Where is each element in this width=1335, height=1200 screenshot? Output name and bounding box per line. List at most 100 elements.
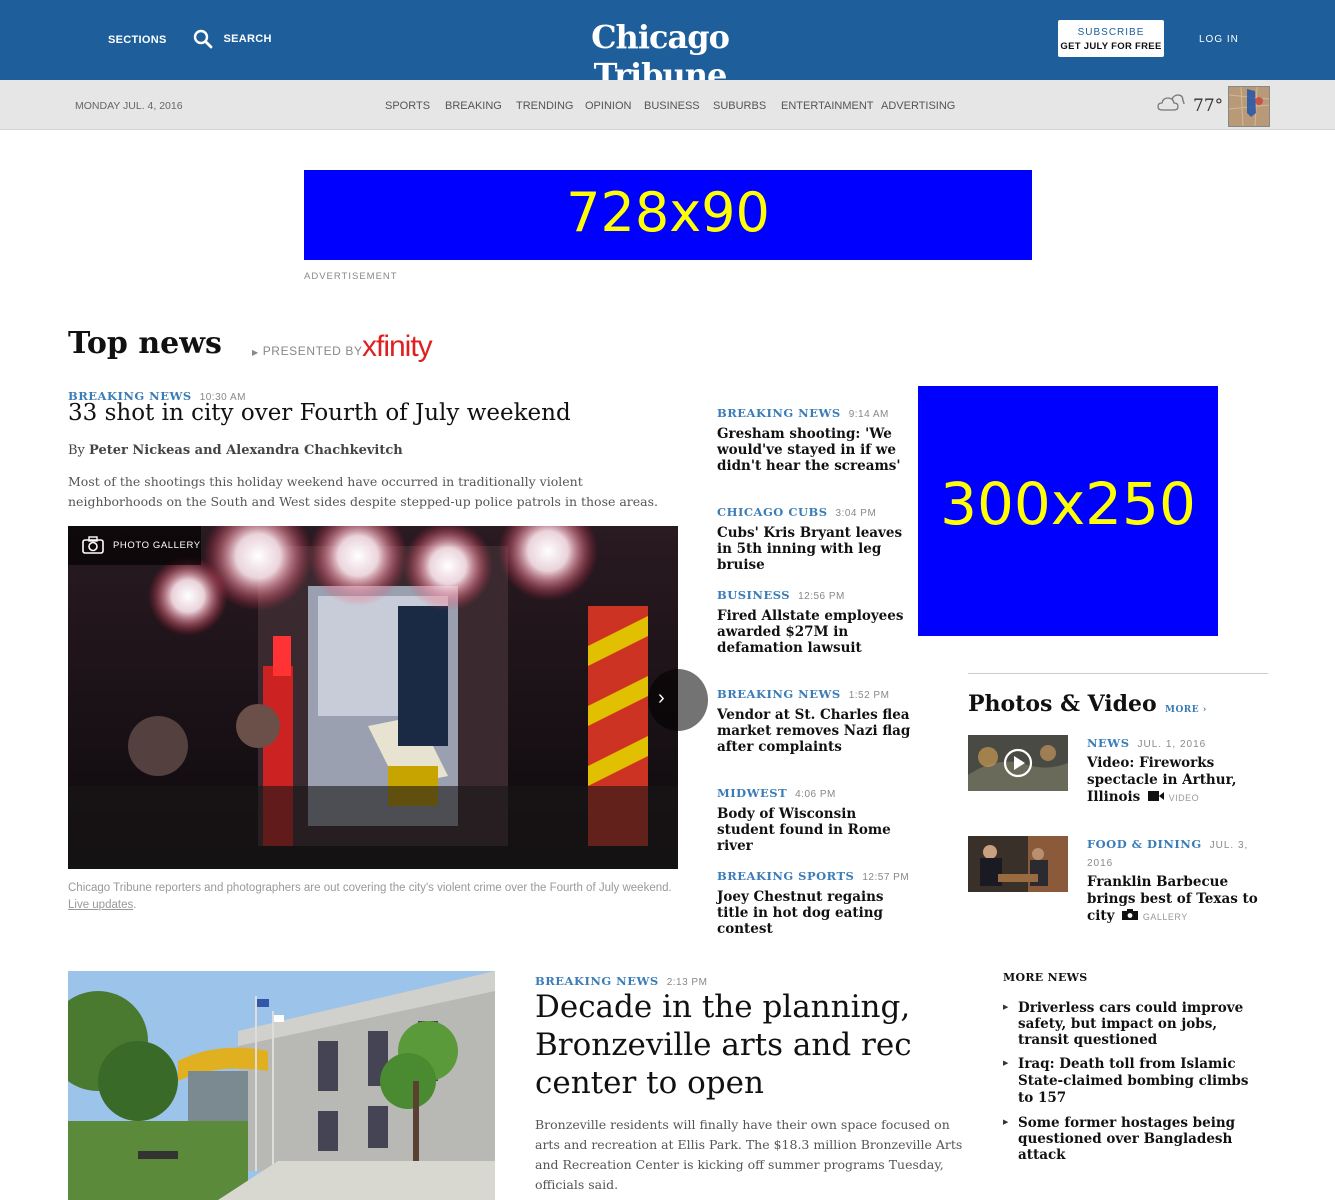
caption-end: . xyxy=(133,899,137,911)
top-news-title: Top news xyxy=(68,326,222,361)
story-headline[interactable]: Fired Allstate employees awarded $27M in… xyxy=(717,608,912,656)
pv-kicker[interactable]: NEWS xyxy=(1087,736,1130,750)
second-headline[interactable]: Decade in the planning, Bronzeville arts… xyxy=(535,988,955,1102)
story-kicker[interactable]: BREAKING SPORTS xyxy=(717,869,854,883)
story-time: 3:04 PM xyxy=(835,508,877,519)
caption-text: Chicago Tribune reporters and photograph… xyxy=(68,882,672,894)
pv-kicker[interactable]: FOOD & DINING xyxy=(1087,837,1202,851)
story-kicker[interactable]: BUSINESS xyxy=(717,588,790,602)
nav-business[interactable]: BUSINESS xyxy=(644,100,700,112)
more-news-item[interactable]: ▶ Iraq: Death toll from Islamic State-cl… xyxy=(1003,1056,1263,1107)
camera-icon xyxy=(82,536,104,554)
more-news-list: ▶ Driverless cars could improve safety, … xyxy=(1003,1000,1263,1171)
subscribe-button[interactable]: SUBSCRIBE GET JULY FOR FREE xyxy=(1058,20,1164,57)
search-icon xyxy=(193,29,213,49)
story-item[interactable]: BREAKING SPORTS 12:57 PM Joey Chestnut re… xyxy=(717,867,912,937)
byline-authors[interactable]: Peter Nickeas and Alexandra Chachkevitch xyxy=(89,443,403,458)
story-kicker[interactable]: BREAKING NEWS xyxy=(717,687,841,701)
story-item[interactable]: MIDWEST 4:06 PM Body of Wisconsin student… xyxy=(717,784,912,854)
second-story-photo[interactable] xyxy=(68,971,495,1200)
video-thumbnail[interactable] xyxy=(968,735,1068,791)
story-item[interactable]: CHICAGO CUBS 3:04 PM Cubs' Kris Bryant le… xyxy=(717,503,912,573)
story-headline[interactable]: Cubs' Kris Bryant leaves in 5th inning w… xyxy=(717,525,912,573)
nav-advertising[interactable]: ADVERTISING xyxy=(881,100,955,112)
story-kicker[interactable]: BREAKING NEWS xyxy=(717,406,841,420)
search-label: SEARCH xyxy=(223,33,272,45)
video-camera-icon xyxy=(1147,791,1164,801)
story-kicker[interactable]: CHICAGO CUBS xyxy=(717,505,828,519)
photos-video-more-link[interactable]: MORE › xyxy=(1165,705,1207,715)
lead-byline: By Peter Nickeas and Alexandra Chachkevi… xyxy=(68,443,403,458)
login-link[interactable]: LOG IN xyxy=(1199,34,1239,45)
box-ad[interactable]: 300x250 xyxy=(918,386,1218,636)
second-kicker[interactable]: BREAKING NEWS xyxy=(535,974,659,988)
subscribe-offer: GET JULY FOR FREE xyxy=(1060,41,1162,52)
story-headline[interactable]: Gresham shooting: 'We would've stayed in… xyxy=(717,426,912,474)
lead-headline[interactable]: 33 shot in city over Fourth of July week… xyxy=(68,400,571,426)
story-headline[interactable]: Joey Chestnut regains title in hot dog e… xyxy=(717,889,912,937)
video-label: VIDEO xyxy=(1168,793,1200,803)
gallery-thumbnail[interactable] xyxy=(968,836,1068,892)
story-time: 12:56 PM xyxy=(798,591,845,602)
story-time: 12:57 PM xyxy=(862,872,910,883)
second-time: 2:13 PM xyxy=(666,977,708,988)
more-news-title: MORE NEWS xyxy=(1003,971,1088,984)
photo-gallery-badge[interactable]: PHOTO GALLERY xyxy=(68,526,201,565)
pv-headline[interactable]: Video: Fireworks spectacle in Arthur, Il… xyxy=(1087,755,1267,807)
nav-opinion[interactable]: OPINION xyxy=(585,100,631,112)
story-item[interactable]: BREAKING NEWS 1:52 PM Vendor at St. Charl… xyxy=(717,685,912,755)
photo-gallery-label: PHOTO GALLERY xyxy=(113,540,201,551)
story-time: 9:14 AM xyxy=(848,409,889,420)
story-headline[interactable]: Body of Wisconsin student found in Rome … xyxy=(717,806,912,854)
gallery-label: GALLERY xyxy=(1142,912,1188,922)
more-news-item[interactable]: ▶ Driverless cars could improve safety, … xyxy=(1003,1000,1263,1048)
temperature: 77° xyxy=(1193,96,1224,116)
bullet-arrow-icon: ▶ xyxy=(1003,1004,1009,1011)
nav-entertainment[interactable]: ENTERTAINMENT xyxy=(781,100,874,112)
presented-by: ▶ PRESENTED BY xyxy=(252,344,363,358)
lead-photo[interactable] xyxy=(68,526,678,869)
story-item[interactable]: BUSINESS 12:56 PM Fired Allstate employee… xyxy=(717,586,912,656)
nav-suburbs[interactable]: SUBURBS xyxy=(713,100,766,112)
camera-icon xyxy=(1122,909,1139,920)
story-item[interactable]: BREAKING NEWS 9:14 AM Gresham shooting: '… xyxy=(717,404,912,474)
sections-button[interactable]: SECTIONS xyxy=(108,34,167,46)
pv-headline[interactable]: Franklin Barbecue brings best of Texas t… xyxy=(1087,874,1267,926)
divider xyxy=(968,673,1268,674)
xfinity-logo[interactable]: xfinity xyxy=(362,330,433,364)
arts-center-photo xyxy=(68,971,495,1200)
subscribe-label: SUBSCRIBE xyxy=(1077,27,1145,38)
current-date: MONDAY JUL. 4, 2016 xyxy=(75,100,183,112)
weather-widget[interactable] xyxy=(1157,93,1185,118)
leaderboard-ad[interactable]: 728x90 xyxy=(304,170,1032,260)
radar-map-icon xyxy=(1229,87,1269,126)
story-time: 4:06 PM xyxy=(795,789,836,800)
nav-sports[interactable]: SPORTS xyxy=(385,100,430,112)
fireworks-thumbnail xyxy=(968,735,1068,791)
ambulance-night-photo xyxy=(68,526,678,869)
nav-trending[interactable]: TRENDING xyxy=(516,100,573,112)
live-updates-link[interactable]: Live updates xyxy=(68,899,133,911)
weather-radar-map[interactable] xyxy=(1228,86,1270,127)
bullet-arrow-icon: ▶ xyxy=(1003,1060,1009,1067)
advertisement-label: ADVERTISEMENT xyxy=(304,271,398,282)
photos-video-title: Photos & Video xyxy=(968,691,1157,717)
more-news-headline[interactable]: Iraq: Death toll from Islamic State-clai… xyxy=(1018,1056,1263,1107)
story-kicker[interactable]: MIDWEST xyxy=(717,786,787,800)
photos-video-item[interactable]: NEWS JUL. 1, 2016 Video: Fireworks specta… xyxy=(1087,734,1267,807)
more-news-headline[interactable]: Driverless cars could improve safety, bu… xyxy=(1018,1000,1263,1048)
lead-summary: Most of the shootings this holiday weeke… xyxy=(68,474,659,509)
pv-date: JUL. 1, 2016 xyxy=(1137,739,1207,750)
byline-prefix: By xyxy=(68,443,85,458)
story-headline[interactable]: Vendor at St. Charles flea market remove… xyxy=(717,707,912,755)
more-news-headline[interactable]: Some former hostages being questioned ov… xyxy=(1018,1115,1263,1163)
nav-breaking[interactable]: BREAKING xyxy=(445,100,502,112)
gallery-next-button[interactable]: › xyxy=(648,669,708,731)
search-button[interactable]: SEARCH xyxy=(193,29,272,49)
chevron-right-icon: › xyxy=(658,687,665,709)
bullet-arrow-icon: ▶ xyxy=(1003,1119,1009,1126)
presented-by-label: PRESENTED BY xyxy=(262,344,363,358)
more-news-item[interactable]: ▶ Some former hostages being questioned … xyxy=(1003,1115,1263,1163)
story-time: 1:52 PM xyxy=(848,690,890,701)
photos-video-item[interactable]: FOOD & DINING JUL. 3, 2016 Franklin Barbe… xyxy=(1087,835,1267,926)
